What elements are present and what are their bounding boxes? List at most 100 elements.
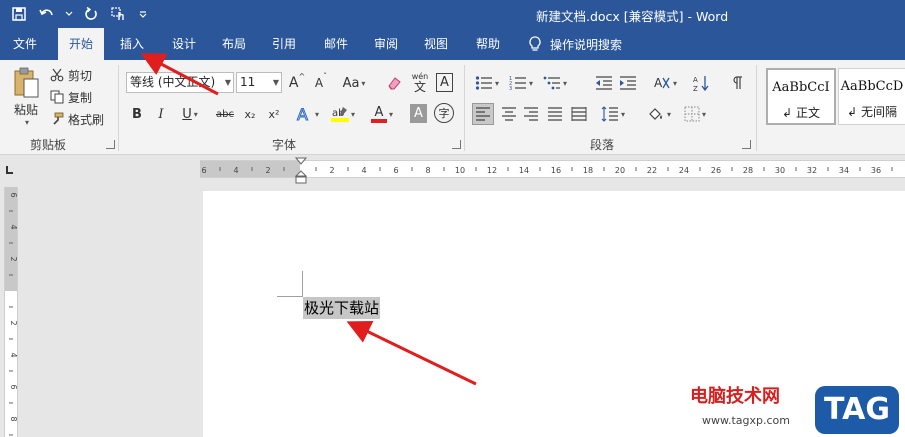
ruler-label: 26 (711, 166, 721, 175)
shrink-font-button[interactable]: Aˇ (312, 72, 330, 94)
character-shading-label: A (414, 106, 423, 121)
tab-design[interactable]: 设计 (162, 28, 206, 60)
line-spacing-button[interactable]: ▾ (598, 103, 628, 125)
font-name-combobox[interactable]: 等线 (中文正文) ▼ (126, 72, 234, 93)
ruler-label: 12 (487, 166, 497, 175)
save-button[interactable] (8, 3, 30, 25)
asian-layout-button[interactable]: A ▾ (650, 72, 680, 94)
undo-button[interactable] (36, 3, 58, 25)
align-right-button[interactable] (520, 103, 542, 125)
tab-selector[interactable] (2, 163, 16, 177)
italic-button[interactable]: I (152, 103, 170, 125)
bullets-button[interactable]: ▾ (472, 72, 502, 94)
strikethrough-button[interactable]: abc (214, 103, 236, 125)
pilcrow-icon (733, 76, 742, 89)
shrink-font-label: A (314, 76, 324, 90)
font-color-swatch: A (370, 106, 387, 123)
font-color-button[interactable]: A ▾ (368, 102, 396, 126)
distributed-icon (571, 107, 587, 121)
multilevel-list-icon (543, 76, 560, 90)
font-name-value: 等线 (中文正文) (130, 75, 216, 89)
text-effects-button[interactable]: A ▾ (294, 102, 320, 126)
change-case-label: Aa (342, 75, 360, 91)
increase-indent-button[interactable] (618, 72, 638, 94)
align-center-button[interactable] (498, 103, 520, 125)
tab-insert[interactable]: 插入 (110, 28, 154, 60)
shading-button[interactable]: ▾ (644, 103, 674, 125)
decrease-indent-button[interactable] (594, 72, 614, 94)
paste-button[interactable]: 粘贴 ▾ (6, 64, 46, 130)
sort-icon: AZ (693, 76, 709, 92)
show-formatting-marks-button[interactable] (728, 72, 748, 94)
chevron-down-icon: ▾ (620, 109, 625, 119)
chevron-down-icon: ▾ (562, 78, 567, 88)
svg-text:A: A (693, 76, 698, 84)
clipboard-dialog-launcher[interactable] (106, 140, 115, 149)
justify-button[interactable] (544, 103, 566, 125)
touch-mode-button[interactable] (108, 3, 130, 25)
ruler-label: 4 (9, 352, 17, 357)
save-icon (12, 7, 26, 21)
distributed-button[interactable] (568, 103, 590, 125)
superscript-button[interactable]: x² (264, 103, 284, 125)
format-painter-label: 格式刷 (68, 112, 105, 127)
site-watermark: 电脑技术网 www.tagxp.com TAG (690, 382, 905, 437)
tab-mailings[interactable]: 邮件 (314, 28, 358, 60)
vertical-ruler[interactable]: 6 4 2 2 4 6 8 (4, 187, 18, 437)
vertical-ruler-scale: 6 4 2 2 4 6 8 (9, 192, 17, 436)
ruler-label: 8 (9, 416, 17, 421)
bold-button[interactable]: B (128, 103, 146, 125)
ruler-label: 6 (201, 166, 206, 175)
enclose-characters-button[interactable]: 字 (434, 103, 454, 123)
clear-formatting-button[interactable] (384, 72, 404, 94)
format-painter-button[interactable]: 格式刷 (50, 110, 104, 128)
chevron-down-icon: ▾ (350, 109, 355, 119)
align-center-icon (502, 107, 516, 121)
redo-button[interactable] (80, 3, 102, 25)
indent-marker-icon[interactable] (295, 157, 307, 187)
watermark-site-name: 电脑技术网 (690, 386, 780, 407)
paragraph-dialog-launcher[interactable] (742, 140, 751, 149)
tab-references[interactable]: 引用 (262, 28, 306, 60)
phonetic-guide-button[interactable]: wén 文 (410, 70, 430, 96)
subscript-button[interactable]: x₂ (240, 103, 260, 125)
selected-document-text[interactable]: 极光下载站 (303, 297, 381, 319)
customize-qat-button[interactable] (136, 3, 150, 25)
tab-review[interactable]: 审阅 (364, 28, 408, 60)
borders-icon (684, 106, 700, 122)
borders-button[interactable]: ▾ (680, 103, 710, 125)
copy-label: 复制 (68, 90, 93, 105)
sort-button[interactable]: AZ (692, 72, 712, 94)
tell-me-search[interactable]: 操作说明搜索 (528, 28, 622, 60)
tab-help[interactable]: 帮助 (466, 28, 510, 60)
underline-button[interactable]: U ▾ (176, 103, 204, 125)
redo-icon (85, 6, 97, 20)
character-shading-button[interactable]: A (410, 104, 427, 123)
style-no-spacing[interactable]: AaBbCcD ↲ 无间隔 (838, 68, 905, 125)
align-right-icon (524, 107, 538, 121)
copy-button[interactable]: 复制 (50, 88, 92, 106)
undo-dropdown[interactable] (64, 3, 74, 25)
tab-layout[interactable]: 布局 (212, 28, 256, 60)
tab-home[interactable]: 开始 (58, 28, 104, 60)
cut-button[interactable]: 剪切 (50, 66, 92, 84)
character-border-button[interactable]: A (436, 73, 453, 92)
style-normal[interactable]: AaBbCcI ↲ 正文 (766, 68, 836, 125)
clipboard-group-label: 剪贴板 (30, 138, 67, 152)
highlight-button[interactable]: ab ▾ (330, 102, 356, 126)
ruler-label: 22 (647, 166, 657, 175)
quick-access-toolbar (8, 3, 150, 25)
align-left-button[interactable] (472, 103, 494, 125)
grow-font-button[interactable]: A ^ (288, 72, 306, 94)
multilevel-list-button[interactable]: ▾ (540, 72, 570, 94)
ruler-label: 16 (551, 166, 561, 175)
font-size-combobox[interactable]: 11 ▼ (236, 72, 282, 93)
change-case-button[interactable]: Aa ▾ (340, 72, 368, 94)
ruler-label: 8 (425, 166, 430, 175)
tab-view[interactable]: 视图 (414, 28, 458, 60)
font-dialog-launcher[interactable] (452, 140, 461, 149)
numbering-button[interactable]: 123 ▾ (506, 72, 536, 94)
ribbon-home: 粘贴 ▾ 剪切 复制 格式刷 剪贴板 等线 (中文正文) ▼ 11 ▼ A ^ A… (0, 60, 905, 155)
tab-file[interactable]: 文件 (2, 28, 48, 60)
horizontal-ruler[interactable]: 6 4 2 2 4 6 8 10 12 14 16 18 20 22 24 26 28 30 32 34 36 (200, 157, 905, 184)
